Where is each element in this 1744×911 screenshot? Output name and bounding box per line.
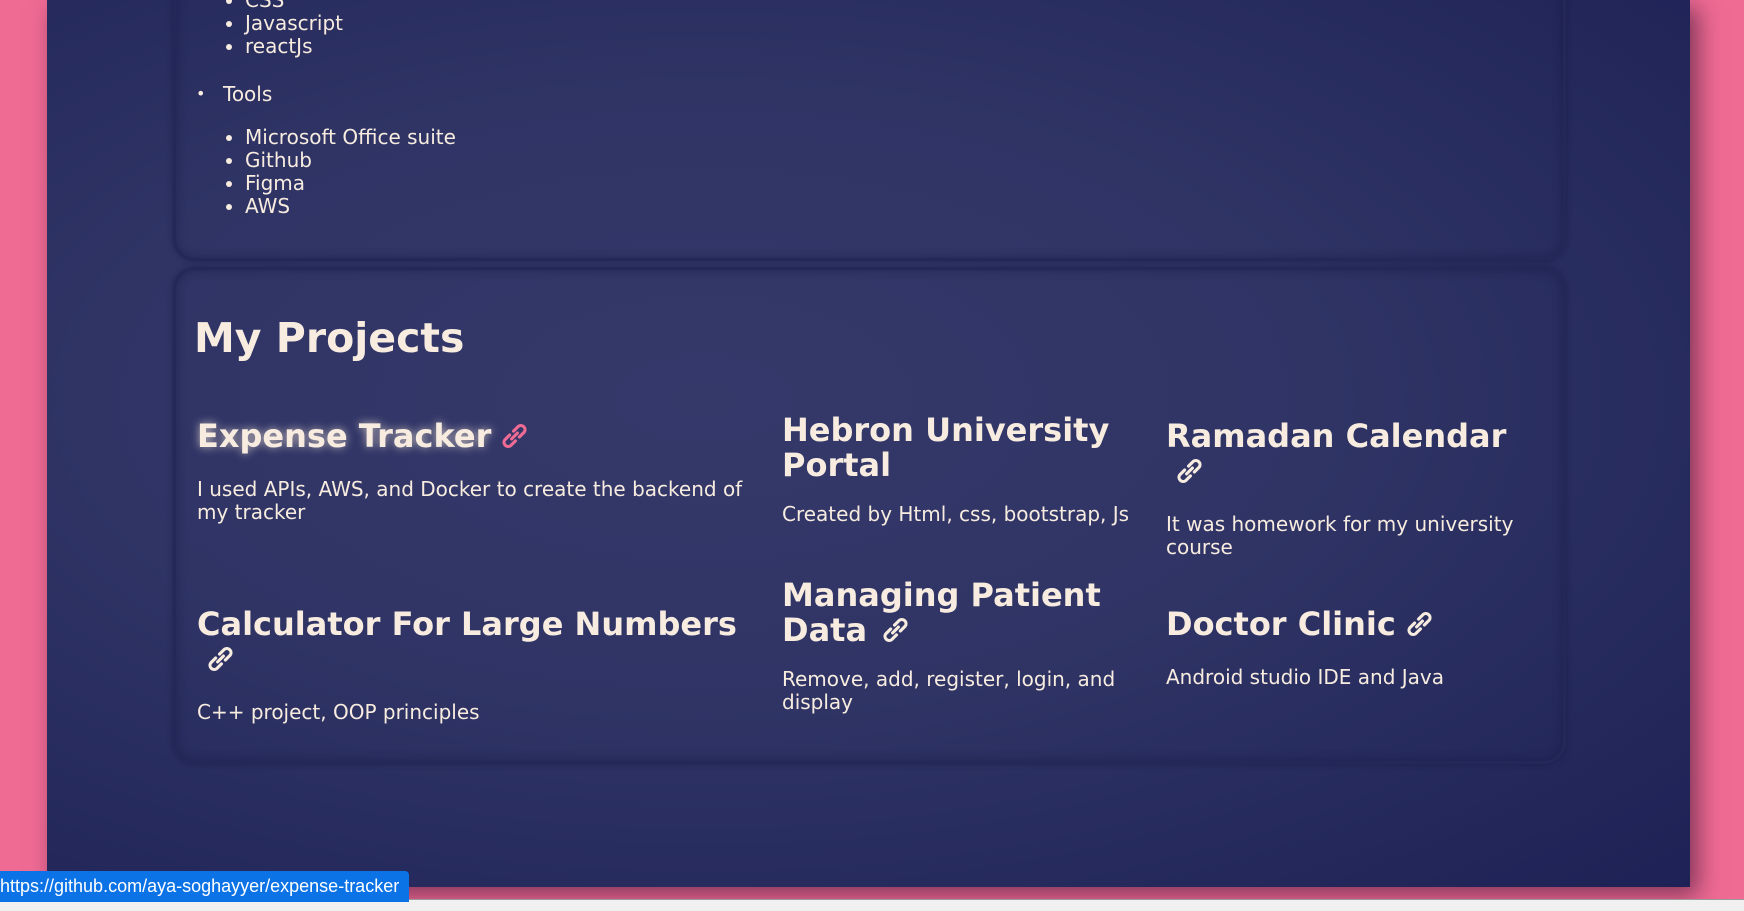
project-title-text[interactable]: Ramadan Calendar <box>1166 417 1506 455</box>
link-icon[interactable] <box>1172 457 1207 485</box>
project-title[interactable]: Calculator For Large Numbers <box>197 607 777 677</box>
project-card-ramadan-calendar: Ramadan Calendar It was homework for my … <box>1166 419 1546 559</box>
project-card-managing-patient-data: Managing Patient Data Remove, add, regis… <box>782 578 1162 714</box>
project-description: C++ project, OOP principles <box>197 700 480 724</box>
project-description: Created by Html, css, bootstrap, Js <box>782 502 1130 526</box>
list-item: Javascript <box>245 12 343 35</box>
link-icon[interactable] <box>878 616 913 644</box>
project-title[interactable]: Expense Tracker <box>197 419 777 454</box>
list-item: Microsoft Office suite <box>245 126 456 149</box>
list-item: AWS <box>245 195 456 218</box>
frontend-skills-list: CSS Javascript reactJs <box>245 0 343 58</box>
list-item: Figma <box>245 172 456 195</box>
project-title[interactable]: Doctor Clinic <box>1166 607 1546 642</box>
project-title[interactable]: Ramadan Calendar <box>1166 419 1546 489</box>
link-icon[interactable] <box>497 422 532 450</box>
tools-heading: Tools <box>196 82 272 106</box>
project-description: It was homework for my university course <box>1166 512 1514 559</box>
project-description: Remove, add, register, login, and displa… <box>782 667 1116 714</box>
projects-title: My Projects <box>194 314 465 362</box>
project-title[interactable]: Hebron University Portal <box>782 413 1162 483</box>
project-title[interactable]: Managing Patient Data <box>782 578 1162 648</box>
list-item: Github <box>245 149 456 172</box>
list-item: reactJs <box>245 35 343 58</box>
project-title-text[interactable]: Calculator For Large Numbers <box>197 605 737 643</box>
tools-list: Microsoft Office suite Github Figma AWS <box>245 126 456 218</box>
project-card-expense-tracker: Expense Tracker I used APIs, AWS, and Do… <box>197 419 777 524</box>
project-description: Android studio IDE and Java <box>1166 665 1444 689</box>
project-card-doctor-clinic: Doctor Clinic Android studio IDE and Jav… <box>1166 607 1546 689</box>
project-description: I used APIs, AWS, and Docker to create t… <box>197 477 743 524</box>
project-card-hebron-university-portal: Hebron University Portal Created by Html… <box>782 413 1162 526</box>
link-status-bar: https://github.com/aya-soghayyer/expense… <box>0 871 410 902</box>
project-title-text[interactable]: Managing Patient Data <box>782 576 1101 649</box>
project-title-text[interactable]: Expense Tracker <box>197 417 491 455</box>
project-title-text[interactable]: Doctor Clinic <box>1166 605 1396 643</box>
project-card-calculator-large-numbers: Calculator For Large Numbers C++ project… <box>197 607 777 724</box>
link-icon[interactable] <box>203 645 238 673</box>
link-icon[interactable] <box>1402 610 1437 638</box>
